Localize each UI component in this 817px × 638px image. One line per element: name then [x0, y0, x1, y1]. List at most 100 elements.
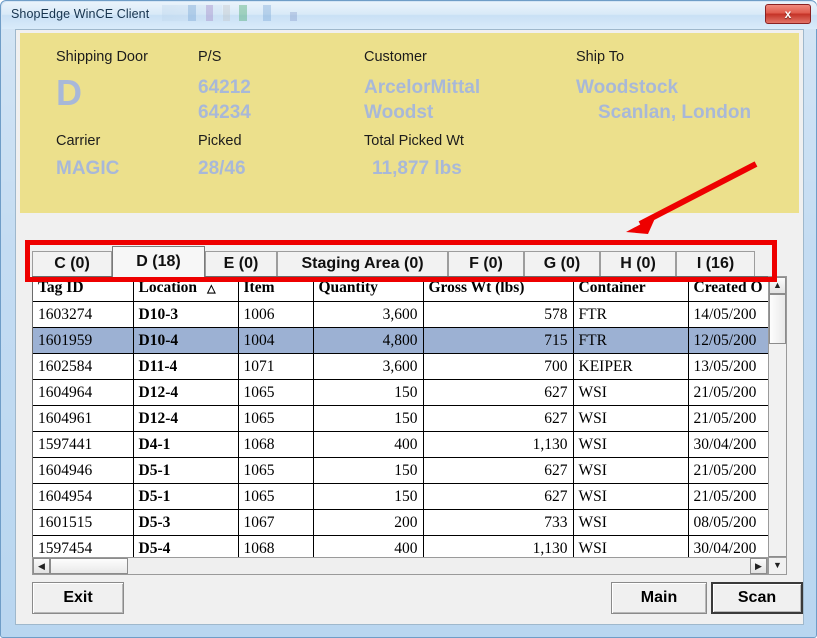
- table-header-row: Tag ID Location △ Item Quantity Gross Wt …: [33, 277, 783, 302]
- cell-location: D5-1: [133, 483, 239, 510]
- cell-gross-wt: 715: [423, 327, 574, 354]
- title-bar: ShopEdge WinCE Client x: [2, 2, 817, 29]
- cell-container: WSI: [573, 405, 689, 432]
- scroll-left-icon[interactable]: ◀: [33, 558, 50, 574]
- tab-e[interactable]: E (0): [205, 251, 277, 276]
- cell-item: 1065: [238, 379, 314, 406]
- cell-tag-id: 1601515: [33, 509, 134, 536]
- location-tab-strip[interactable]: C (0) D (18) E (0) Staging Area (0) F (0…: [32, 246, 784, 277]
- customer-label: Customer: [364, 49, 427, 65]
- cell-tag-id: 1604964: [33, 379, 134, 406]
- cell-location: D12-4: [133, 379, 239, 406]
- column-header-location-label: Location: [138, 279, 198, 296]
- shipping-door-value: D: [56, 72, 82, 113]
- table-row[interactable]: 1604946 D5-1 1065 150 627 WSI 21/05/200: [33, 457, 783, 484]
- carrier-label: Carrier: [56, 133, 101, 149]
- cell-location: D10-4: [133, 327, 239, 354]
- tab-h[interactable]: H (0): [600, 251, 676, 276]
- cell-item: 1067: [238, 509, 314, 536]
- sort-ascending-icon: △: [207, 282, 216, 295]
- ship-to-value-line2: Scanlan, London: [598, 102, 752, 123]
- cell-gross-wt: 733: [423, 509, 574, 536]
- cell-location: D11-4: [133, 353, 239, 380]
- ship-to-value-line1: Woodstock: [576, 77, 679, 98]
- cell-quantity: 400: [313, 431, 424, 458]
- cell-gross-wt: 700: [423, 353, 574, 380]
- table-body: 1603274 D10-3 1006 3,600 578 FTR 14/05/200 1601…: [33, 301, 783, 562]
- close-button[interactable]: x: [765, 4, 811, 24]
- cell-location: D4-1: [133, 431, 239, 458]
- tab-f[interactable]: F (0): [448, 251, 524, 276]
- exit-button[interactable]: Exit: [32, 582, 124, 614]
- tag-list-grid[interactable]: Tag ID Location △ Item Quantity Gross Wt …: [32, 276, 784, 574]
- column-header-gross-wt[interactable]: Gross Wt (lbs): [423, 277, 574, 302]
- cell-container: FTR: [573, 301, 689, 328]
- cell-gross-wt: 1,130: [423, 431, 574, 458]
- column-header-location[interactable]: Location △: [133, 277, 239, 302]
- table-row[interactable]: 1604954 D5-1 1065 150 627 WSI 21/05/200: [33, 483, 783, 510]
- cell-item: 1065: [238, 405, 314, 432]
- column-header-item[interactable]: Item: [238, 277, 314, 302]
- cell-location: D5-3: [133, 509, 239, 536]
- cell-quantity: 150: [313, 483, 424, 510]
- cell-quantity: 150: [313, 405, 424, 432]
- cell-gross-wt: 627: [423, 405, 574, 432]
- cell-item: 1065: [238, 457, 314, 484]
- column-header-container[interactable]: Container: [573, 277, 689, 302]
- cell-tag-id: 1604961: [33, 405, 134, 432]
- titlebar-artifact: [223, 5, 230, 21]
- window-title: ShopEdge WinCE Client: [11, 7, 150, 21]
- table-row[interactable]: 1604961 D12-4 1065 150 627 WSI 21/05/200: [33, 405, 783, 432]
- cell-container: WSI: [573, 379, 689, 406]
- table-row[interactable]: 1604964 D12-4 1065 150 627 WSI 21/05/200: [33, 379, 783, 406]
- client-area: Shipping Door D Carrier MAGIC P/S 64212 …: [15, 29, 804, 625]
- cell-tag-id: 1602584: [33, 353, 134, 380]
- cell-gross-wt: 627: [423, 483, 574, 510]
- tab-i[interactable]: I (16): [676, 251, 755, 276]
- table-row[interactable]: 1601959 D10-4 1004 4,800 715 FTR 12/05/200: [33, 327, 783, 354]
- horizontal-scroll-thumb[interactable]: [50, 558, 128, 574]
- cell-container: WSI: [573, 457, 689, 484]
- scroll-right-icon[interactable]: ▶: [750, 558, 767, 574]
- table-row[interactable]: 1602584 D11-4 1071 3,600 700 KEIPER 13/05/200: [33, 353, 783, 380]
- tab-d[interactable]: D (18): [112, 246, 205, 277]
- cell-container: KEIPER: [573, 353, 689, 380]
- titlebar-artifact: [188, 5, 196, 21]
- cell-tag-id: 1604946: [33, 457, 134, 484]
- vertical-scroll-thumb[interactable]: [769, 294, 786, 344]
- cell-quantity: 4,800: [313, 327, 424, 354]
- table-row[interactable]: 1597441 D4-1 1068 400 1,130 WSI 30/04/200: [33, 431, 783, 458]
- cell-container: FTR: [573, 327, 689, 354]
- scan-button[interactable]: Scan: [711, 582, 803, 614]
- main-button[interactable]: Main: [611, 582, 707, 614]
- tab-staging-area[interactable]: Staging Area (0): [277, 251, 448, 276]
- cell-tag-id: 1604954: [33, 483, 134, 510]
- column-header-tag-id[interactable]: Tag ID: [33, 277, 134, 302]
- cell-quantity: 3,600: [313, 353, 424, 380]
- cell-quantity: 150: [313, 379, 424, 406]
- scroll-up-icon[interactable]: ▲: [769, 277, 786, 294]
- table-row[interactable]: 1601515 D5-3 1067 200 733 WSI 08/05/200: [33, 509, 783, 536]
- cell-quantity: 200: [313, 509, 424, 536]
- ps-value-line1: 64212: [198, 77, 251, 98]
- cell-tag-id: 1597441: [33, 431, 134, 458]
- cell-item: 1065: [238, 483, 314, 510]
- cell-quantity: 150: [313, 457, 424, 484]
- table-row[interactable]: 1603274 D10-3 1006 3,600 578 FTR 14/05/200: [33, 301, 783, 328]
- horizontal-scrollbar[interactable]: ◀ ▶: [32, 557, 768, 575]
- ps-label: P/S: [198, 49, 222, 65]
- ps-value-line2: 64234: [198, 102, 251, 123]
- cell-location: D5-1: [133, 457, 239, 484]
- customer-value-line2: Woodst: [364, 102, 434, 123]
- tab-g[interactable]: G (0): [524, 251, 600, 276]
- shipping-door-label: Shipping Door: [56, 49, 148, 65]
- application-window: ShopEdge WinCE Client x Shipping Door D …: [0, 0, 817, 638]
- total-picked-wt-value: 11,877 lbs: [372, 158, 462, 179]
- tab-c[interactable]: C (0): [32, 251, 112, 276]
- cell-tag-id: 1601959: [33, 327, 134, 354]
- cell-gross-wt: 578: [423, 301, 574, 328]
- vertical-scrollbar[interactable]: ▲ ▼: [768, 276, 787, 574]
- column-header-quantity[interactable]: Quantity: [313, 277, 424, 302]
- scrollbar-corner-button[interactable]: ▼: [768, 557, 787, 575]
- cell-item: 1068: [238, 431, 314, 458]
